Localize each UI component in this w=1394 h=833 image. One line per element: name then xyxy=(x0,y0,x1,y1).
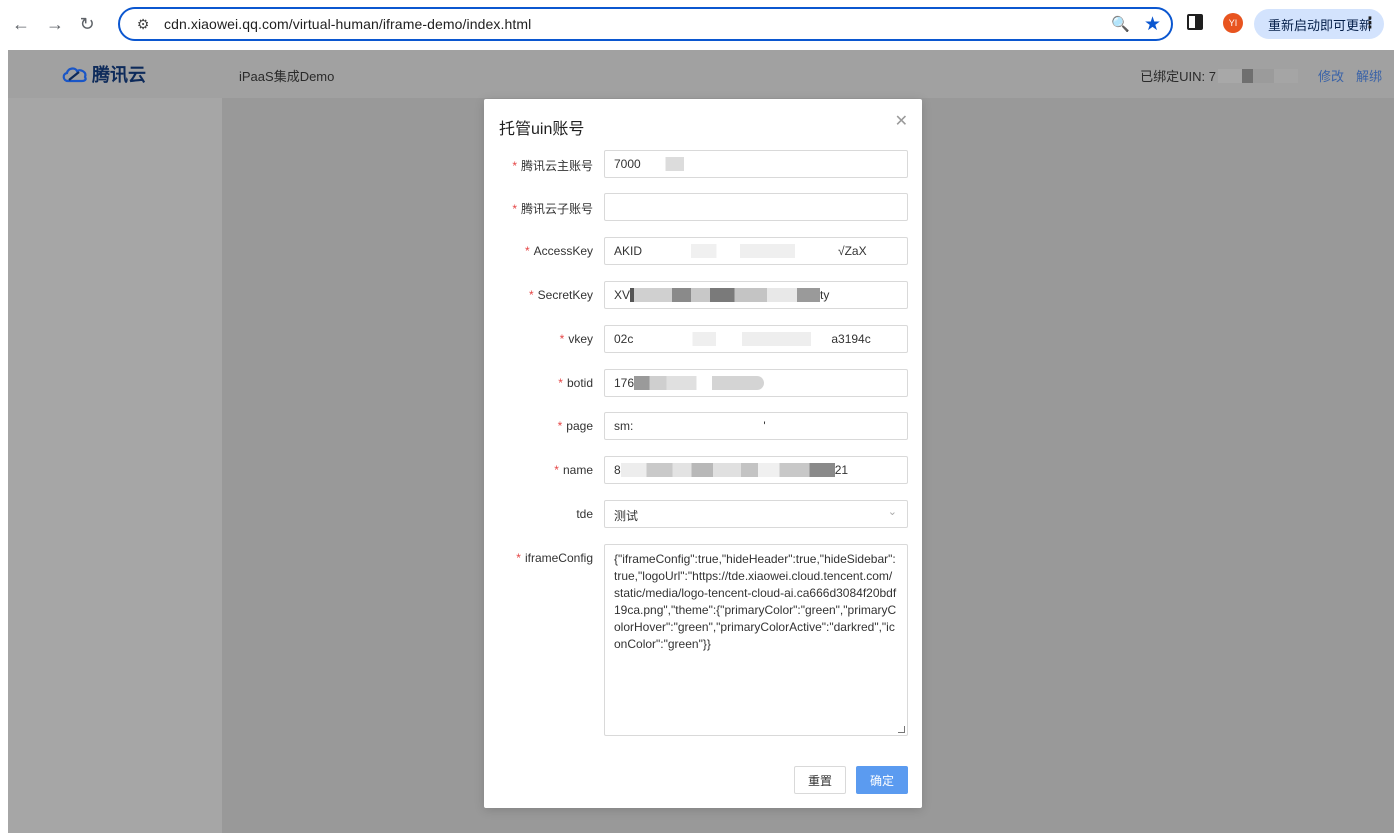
browser-toolbar: ← → ↻ ⚙ cdn.xiaowei.qq.com/virtual-human… xyxy=(0,0,1394,48)
redaction xyxy=(642,244,839,258)
menu-kebab-icon[interactable]: ⋮ xyxy=(1362,13,1378,33)
required-mark: * xyxy=(554,463,559,477)
zoom-icon[interactable]: 🔍 xyxy=(1111,15,1130,33)
sidebar xyxy=(8,98,222,833)
required-mark: * xyxy=(558,376,563,390)
side-panel-icon[interactable] xyxy=(1187,14,1203,30)
field-iframe-config: * iframeConfig {"iframeConfig":true,"hide… xyxy=(484,544,922,736)
redaction xyxy=(620,463,835,477)
chevron-down-icon: ⌄ xyxy=(887,506,897,518)
main-account-input[interactable]: 7000 xyxy=(604,150,908,178)
bookmark-star-icon[interactable]: ★ xyxy=(1144,13,1161,36)
update-button[interactable]: 重新启动即可更新 ⋮ xyxy=(1254,9,1384,39)
logo: 腾讯云 xyxy=(60,61,146,87)
url-text[interactable]: cdn.xiaowei.qq.com/virtual-human/iframe-… xyxy=(164,16,531,32)
field-label: * name xyxy=(554,463,593,477)
confirm-button[interactable]: 确定 xyxy=(856,766,908,794)
redaction xyxy=(634,376,765,390)
dialog-title: 托管uin账号 xyxy=(499,121,585,138)
field-page: * page sm: ' xyxy=(484,412,922,440)
logo-text: 腾讯云 xyxy=(92,65,146,85)
botid-input[interactable]: 176 xyxy=(604,369,908,397)
uin-status: 已绑定UIN: 7 修改 解绑 xyxy=(1140,66,1382,85)
reload-icon[interactable]: ↻ xyxy=(74,11,100,37)
accesskey-input[interactable]: AKID √ZaX xyxy=(604,237,908,265)
field-label: * page xyxy=(557,419,593,433)
field-label: tde xyxy=(576,507,593,521)
cloud-logo-icon xyxy=(62,67,87,83)
field-label: * AccessKey xyxy=(524,244,593,258)
uin-label: 已绑定UIN: 7 xyxy=(1140,69,1216,84)
redaction xyxy=(633,419,764,433)
sub-account-input[interactable] xyxy=(604,193,908,221)
field-sub-account: * 腾讯云子账号 xyxy=(484,193,922,221)
name-input[interactable]: 8 21 xyxy=(604,456,908,484)
back-icon[interactable]: ← xyxy=(8,11,34,37)
required-mark: * xyxy=(512,159,517,173)
field-vkey: * vkey 02c a3194c xyxy=(484,325,922,353)
field-main-account: * 腾讯云主账号 7000 xyxy=(484,150,922,178)
required-mark: * xyxy=(512,202,517,216)
required-mark: * xyxy=(524,244,530,258)
field-secretkey: * SecretKey XV ty xyxy=(484,281,922,309)
uin-redaction xyxy=(1217,68,1298,83)
reset-button[interactable]: 重置 xyxy=(794,766,846,794)
edit-link[interactable]: 修改 xyxy=(1318,66,1344,85)
field-label: * 腾讯云主账号 xyxy=(512,159,593,173)
required-mark: * xyxy=(557,419,563,433)
iframe-config-textarea[interactable]: {"iframeConfig":true,"hideHeader":true,"… xyxy=(604,544,908,736)
field-accesskey: * AccessKey AKID √ZaX xyxy=(484,237,922,265)
secretkey-input[interactable]: XV ty xyxy=(604,281,908,309)
update-label: 重新启动即可更新 xyxy=(1268,17,1373,33)
field-name: * name 8 21 xyxy=(484,456,922,484)
tde-select[interactable]: 测试 ⌄ xyxy=(604,500,908,528)
field-label: * botid xyxy=(558,376,593,390)
app-header: 腾讯云 iPaaS集成Demo 已绑定UIN: 7 修改 解绑 xyxy=(8,50,1394,98)
required-mark: * xyxy=(516,551,521,565)
field-botid: * botid 176 xyxy=(484,369,922,397)
uin-dialog: 托管uin账号 ✕ * 腾讯云主账号 7000 * 腾讯云子账号 * AccessKe… xyxy=(484,99,922,808)
redaction xyxy=(640,157,695,171)
unbind-link[interactable]: 解绑 xyxy=(1356,66,1382,85)
required-mark: * xyxy=(559,332,565,346)
app-name: iPaaS集成Demo xyxy=(239,69,335,84)
forward-icon[interactable]: → xyxy=(42,11,68,37)
close-icon[interactable]: ✕ xyxy=(895,111,908,131)
field-label: * iframeConfig xyxy=(516,551,593,565)
field-tde: tde 测试 ⌄ xyxy=(484,500,922,528)
page-input[interactable]: sm: ' xyxy=(604,412,908,440)
redaction xyxy=(630,288,821,302)
profile-avatar[interactable]: YI xyxy=(1223,13,1243,33)
vkey-input[interactable]: 02c a3194c xyxy=(604,325,908,353)
resize-handle-icon[interactable] xyxy=(898,726,905,733)
address-bar[interactable]: ⚙ cdn.xiaowei.qq.com/virtual-human/ifram… xyxy=(118,7,1173,41)
redaction xyxy=(633,332,832,346)
site-info-icon[interactable]: ⚙ xyxy=(132,14,154,34)
field-label: * 腾讯云子账号 xyxy=(512,202,593,216)
field-label: * SecretKey xyxy=(528,288,593,302)
required-mark: * xyxy=(528,288,534,302)
field-label: * vkey xyxy=(559,332,593,346)
